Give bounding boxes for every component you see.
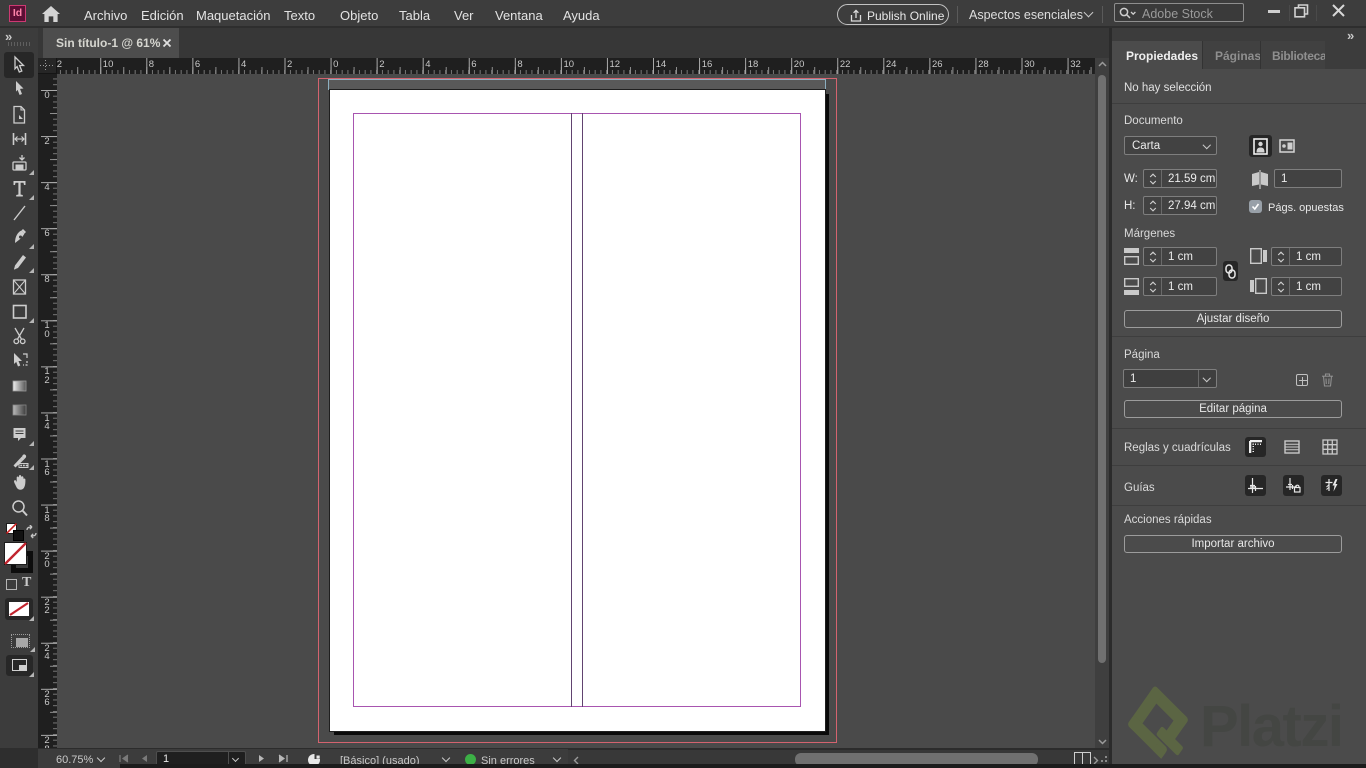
svg-text:Platzi: Platzi	[1200, 694, 1343, 759]
